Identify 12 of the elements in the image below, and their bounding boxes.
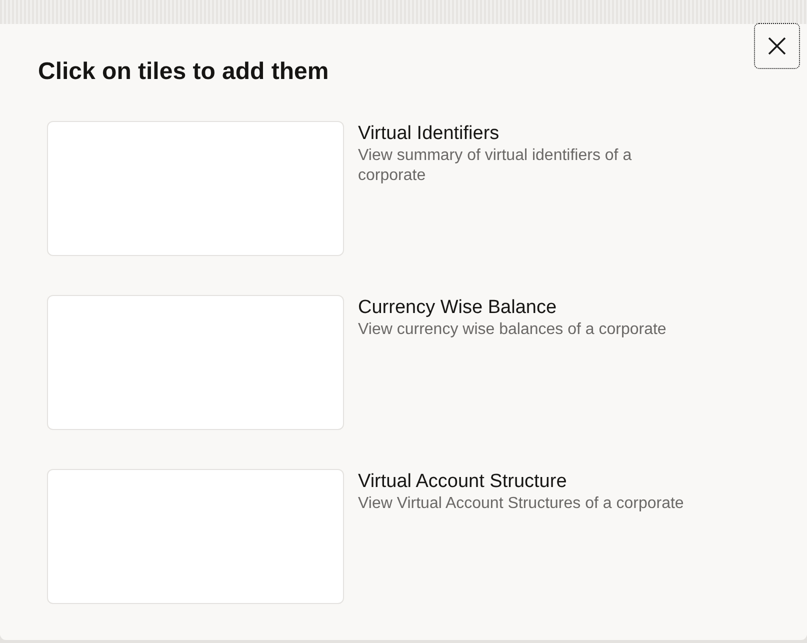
tile-description: View Virtual Account Structures of a corporate: [358, 494, 685, 514]
dialog-title: Click on tiles to add them: [38, 58, 329, 86]
tile-title[interactable]: Currency Wise Balance: [358, 297, 557, 319]
tile-thumbnail[interactable]: [47, 469, 344, 604]
close-icon: [768, 37, 786, 55]
close-button[interactable]: [754, 23, 800, 69]
tile-thumbnail[interactable]: [47, 121, 344, 256]
tile-description: View summary of virtual identifiers of a corporate: [358, 146, 633, 186]
tile-description: View currency wise balances of a corporate: [358, 320, 668, 340]
tile-thumbnail[interactable]: [47, 295, 344, 430]
tile-title[interactable]: Virtual Account Structure: [358, 471, 567, 493]
tile-title[interactable]: Virtual Identifiers: [358, 123, 500, 145]
